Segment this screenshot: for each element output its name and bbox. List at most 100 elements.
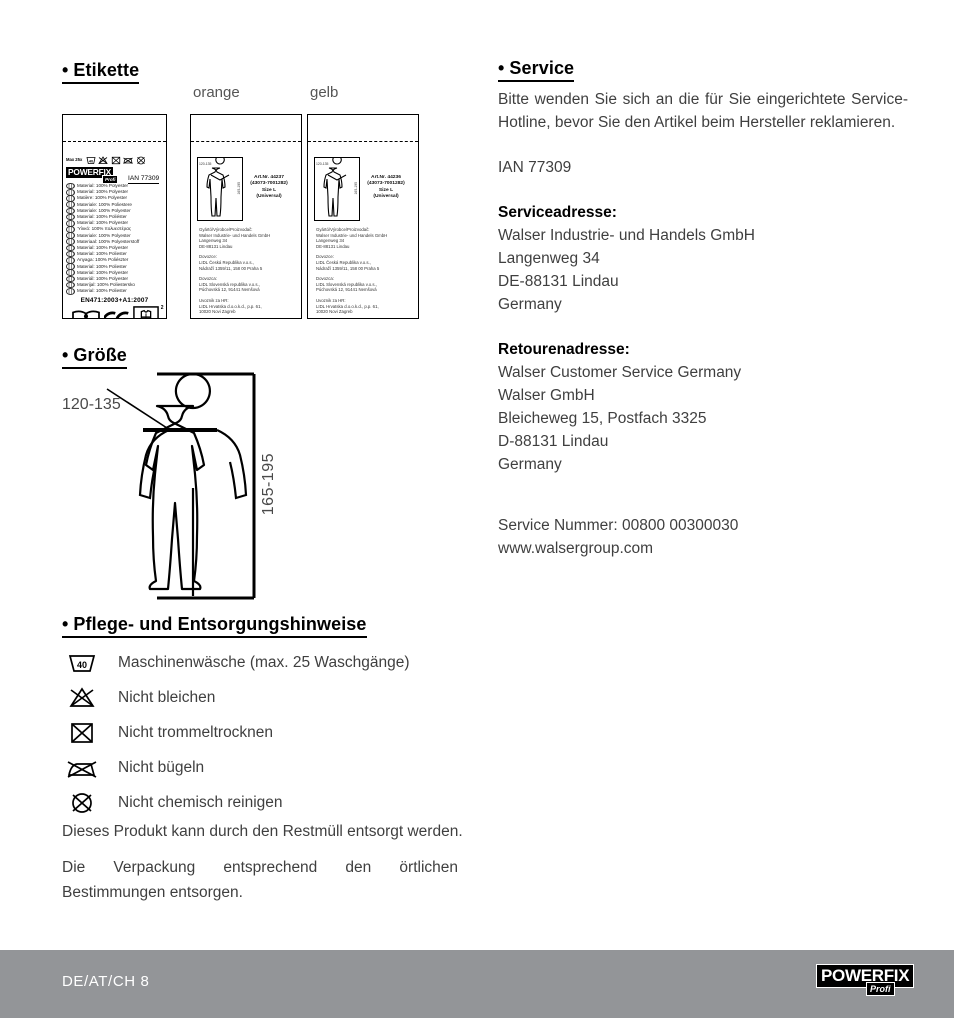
page-footer: DE/AT/CH 8 POWERFIX Profi [0, 950, 954, 1018]
wash-40-icon: 40 [86, 156, 96, 164]
pictogram-row: 2 2 [66, 305, 164, 318]
label-fold-dashed-line [63, 141, 166, 142]
vest-class-top-number: 2 [160, 305, 164, 312]
size-figure-box: 120-135 165-195 [314, 157, 360, 221]
service-phone-number: Service Nummer: 00800 00300030 [498, 517, 739, 534]
address-line: 10020 Novi Zagreb [199, 309, 236, 315]
label-fold-dashed-line [191, 141, 301, 142]
service-website-url[interactable]: www.walsergroup.com [498, 537, 908, 560]
label-caption-orange: orange [193, 84, 240, 101]
bullet-glyph: • [62, 345, 69, 365]
material-text: Material: 100% Poliéster [77, 214, 127, 220]
safety-vest-class-group: 2 2 [132, 305, 164, 318]
address-block: Uvoznik za HR: LIDL Hrvatska d.o.o.k.d.,… [316, 298, 413, 315]
care-instruction-label: Nicht bügeln [118, 758, 205, 776]
return-address-heading: Retourenadresse: [498, 341, 630, 358]
care-instruction-item: Nicht chemisch reinigen [66, 785, 466, 820]
country-flag-icon [66, 201, 75, 208]
material-text: Material: 100% Poliester [77, 263, 127, 269]
size-figure-svg [106, 372, 256, 600]
material-text: Material: 100% Polyester [77, 269, 129, 275]
label-ian-number: IAN 77309 [128, 174, 160, 184]
size-figure-box: 120-135 165-195 [197, 157, 243, 221]
material-text: Material: 100% Polyester [77, 189, 129, 195]
address-block: Dovozce: LIDL Česká Republika v.o.s., Ná… [199, 254, 296, 271]
profi-badge: Profi [866, 982, 895, 996]
material-text: Materiale: 100% Polyester [77, 232, 131, 238]
instruction-booklet-icon [71, 310, 100, 318]
address-block: Uvoznik za HR: LIDL Hrvatska d.o.o.k.d.,… [199, 298, 296, 315]
max-wash-count-text: Max 25x [66, 156, 83, 162]
en-standard-text: EN471:2003+A1:2007 [80, 297, 149, 305]
care-instruction-item: Nicht bleichen [66, 680, 466, 715]
body-silhouette-icon [206, 158, 230, 217]
bullet-glyph: • [62, 60, 69, 80]
address-line: DE-88131 Lindau [316, 243, 350, 249]
do-not-iron-icon [123, 157, 134, 164]
return-address-line: Germany [498, 456, 562, 473]
section-heading-service: • Service [498, 58, 575, 82]
material-text: Ύλικό: 100% πολυεστέρας [77, 226, 132, 232]
svg-text:40: 40 [89, 159, 93, 163]
article-size-note: (Universal) [256, 194, 282, 200]
material-text: Matière: 100% Polyester [77, 195, 128, 201]
service-address-heading: Serviceadresse: [498, 204, 617, 221]
care-instruction-label: Nicht chemisch reinigen [118, 793, 283, 811]
do-not-tumble-dry-icon [111, 156, 120, 164]
wash-40-icon: 40 [66, 652, 98, 674]
label-gelb-header: 120-135 165-195 Art.Nr. 44236 (43073-700… [314, 157, 412, 221]
care-instructions-list: 40 Maschinenwäsche (max. 25 Waschgänge) … [66, 645, 466, 820]
material-text: Material: 100% Polyester [77, 244, 129, 250]
material-text: Anyaga: 100% Poliészter [77, 257, 129, 263]
country-flag-icon [66, 287, 75, 295]
service-address-line: Germany [498, 296, 562, 313]
address-block: Dovozca: LIDL Slovenská republika v.o.s.… [199, 276, 296, 293]
section-heading-pflege: • Pflege- und Entsorgungshinweise [62, 614, 367, 638]
care-instruction-label: Maschinenwäsche (max. 25 Waschgänge) [118, 653, 410, 671]
address-block: Gyártó/Výrobce/Proizvodač: Walser Indust… [316, 227, 413, 249]
do-not-bleach-icon [98, 155, 109, 164]
address-block: Gyártó/Výrobce/Proizvodač: Walser Indust… [199, 227, 296, 249]
etikette-labels-group: orange gelb Max 25x 40 POWERFIX Profi IA… [62, 84, 482, 334]
safety-vest-class-icon [132, 306, 159, 318]
address-line: Nádraží 1359/11, 158 00 Praha 5 [316, 265, 380, 271]
care-instruction-label: Nicht bleichen [118, 688, 216, 706]
material-line: Material: 100% Poliester [66, 287, 163, 295]
material-text: Materijal: 100% Poliestersko [77, 282, 135, 288]
address-line: Púchovská 12, 91441 Nemšová [199, 287, 260, 293]
address-line: DE-88131 Lindau [199, 243, 233, 249]
material-text: Material: 100% Polyester [77, 183, 129, 189]
label-caption-gelb: gelb [310, 84, 339, 101]
disposal-text-product: Dieses Produkt kann durch den Restmüll e… [62, 823, 463, 840]
care-instruction-label: Nicht trommeltrocknen [118, 723, 274, 741]
material-list: Material: 100% Polyester Material: 100% … [66, 182, 163, 295]
label-gelb-variant: 120-135 165-195 Art.Nr. 44236 (43073-700… [307, 114, 419, 319]
wash-temperature-text: 40 [77, 660, 87, 670]
do-not-dry-clean-icon [136, 156, 145, 164]
return-address-line: Bleicheweg 15, Postfach 3325 [498, 410, 707, 427]
return-address-line: Walser GmbH [498, 387, 595, 404]
service-address-line: DE-88131 Lindau [498, 273, 619, 290]
address-line: Nádraží 1359/11, 158 00 Praha 5 [199, 265, 263, 271]
material-text: Materiaal: 100% Polyesterstoff [77, 238, 140, 244]
section-title-groesse: Größe [73, 345, 127, 365]
care-instruction-item: 40 Maschinenwäsche (max. 25 Waschgänge) [66, 645, 466, 680]
profi-badge-label: Profi [102, 175, 119, 184]
care-instruction-item: Nicht bügeln [66, 750, 466, 785]
care-symbol-row: Max 25x 40 [66, 155, 163, 165]
care-instruction-item: Nicht trommeltrocknen [66, 715, 466, 750]
label-orange-variant: 120-135 165-195 Art.Nr. 44237 (43073-700… [190, 114, 302, 319]
article-number-block: Art.Nr. 44236 (43073-7001282) Size L (Un… [360, 157, 412, 201]
label-orange-header: 120-135 165-195 Art.Nr. 44237 (43073-700… [197, 157, 295, 221]
material-text: Materiál: 100% Polyester [77, 275, 129, 281]
service-ian-number: IAN 77309 [498, 159, 572, 176]
article-code: (43073-7001282) [250, 181, 288, 187]
do-not-bleach-icon [66, 686, 98, 709]
label-main-care: Max 25x 40 POWERFIX Profi IAN 77309 Mate… [62, 114, 167, 319]
do-not-iron-icon [66, 757, 98, 779]
material-text: Materiale: 100% Polyester [77, 207, 131, 213]
